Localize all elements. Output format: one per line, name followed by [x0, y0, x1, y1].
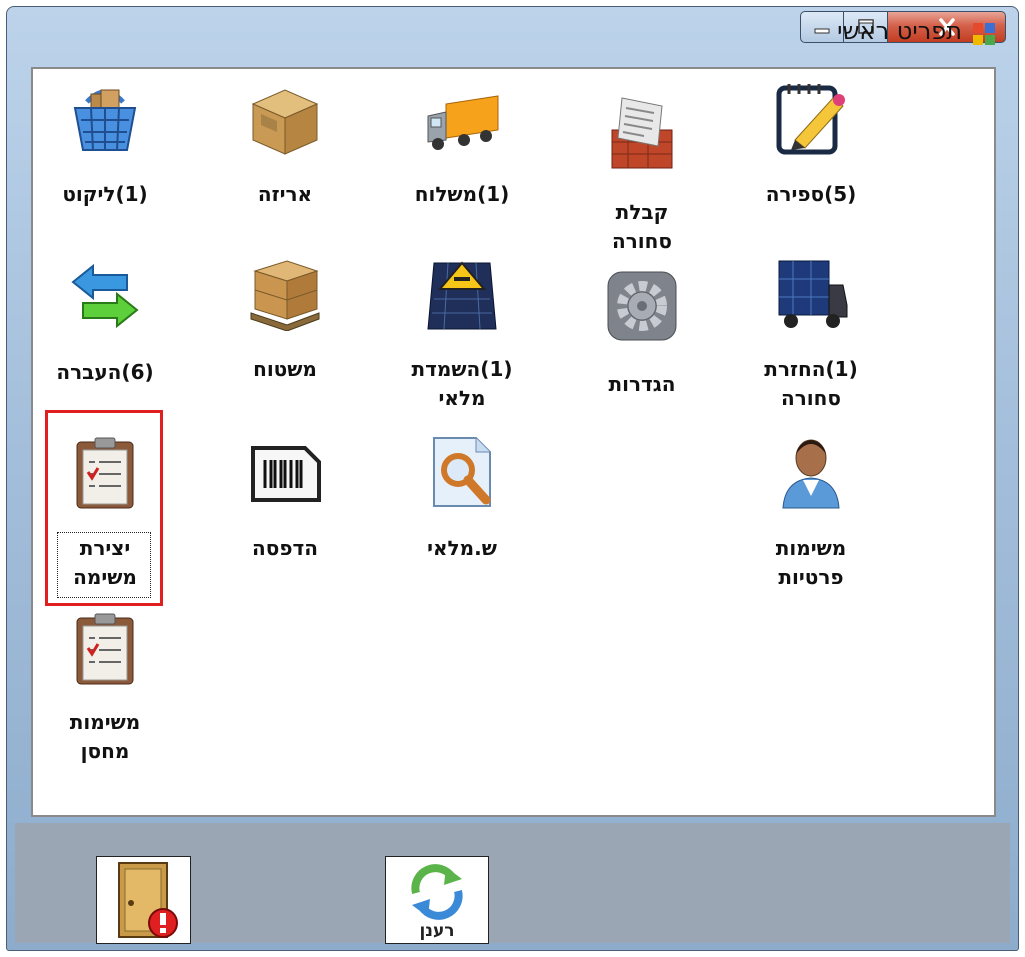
title-bar[interactable]: תפריט ראשי	[7, 7, 1018, 59]
exit-door-icon	[118, 862, 178, 938]
pallet-boxes-icon	[250, 260, 320, 331]
refresh-arrows-icon	[411, 864, 463, 920]
notepad-pencil-icon	[776, 84, 845, 155]
truck-icon	[427, 95, 499, 150]
person-icon	[782, 439, 840, 509]
menu-item-label: הגדרות	[608, 372, 676, 396]
menu-item-label: הדפסה	[252, 536, 318, 560]
menu-item-label: (1)ליקוט	[62, 182, 148, 206]
document-search-icon	[433, 437, 491, 507]
menu-item-label: (5)ספירה	[765, 182, 857, 206]
clipboard-checklist-icon	[76, 613, 134, 685]
barcode-icon	[251, 446, 321, 502]
menu-item-label: ש.מלאי	[427, 536, 497, 560]
exit-button[interactable]	[96, 856, 191, 944]
refresh-button[interactable]: רענן	[385, 856, 489, 944]
refresh-label: רענן	[419, 921, 455, 941]
clipboard-checklist-icon	[76, 437, 134, 509]
minimize-icon	[814, 28, 830, 34]
windows-app-icon	[972, 22, 996, 46]
menu-item-label: (1)החזרת סחורה	[764, 357, 858, 410]
menu-item-label: יצירת משימה	[73, 536, 137, 589]
menu-item-label: אריזה	[257, 182, 313, 206]
hazard-container-icon	[427, 261, 497, 330]
menu-item-label: (6)העברה	[56, 360, 154, 384]
box-icon	[251, 89, 319, 155]
transfer-arrows-icon	[71, 263, 139, 329]
menu-item-label: משימות פרטיות	[775, 536, 847, 589]
menu-item-label: (1)משלוח	[414, 182, 510, 206]
menu-item-label: משימות מחסן	[69, 710, 141, 763]
menu-item-label: משטוח	[253, 357, 317, 381]
container-truck-icon	[778, 260, 848, 328]
menu-item-label: קבלת סחורה	[612, 200, 672, 253]
window-title: תפריט ראשי	[837, 17, 962, 45]
settings-gear-icon	[607, 271, 677, 341]
receiving-document-icon	[611, 97, 673, 169]
menu-item-label: (1)השמדת מלאי	[411, 357, 513, 410]
shopping-basket-icon	[73, 89, 137, 151]
